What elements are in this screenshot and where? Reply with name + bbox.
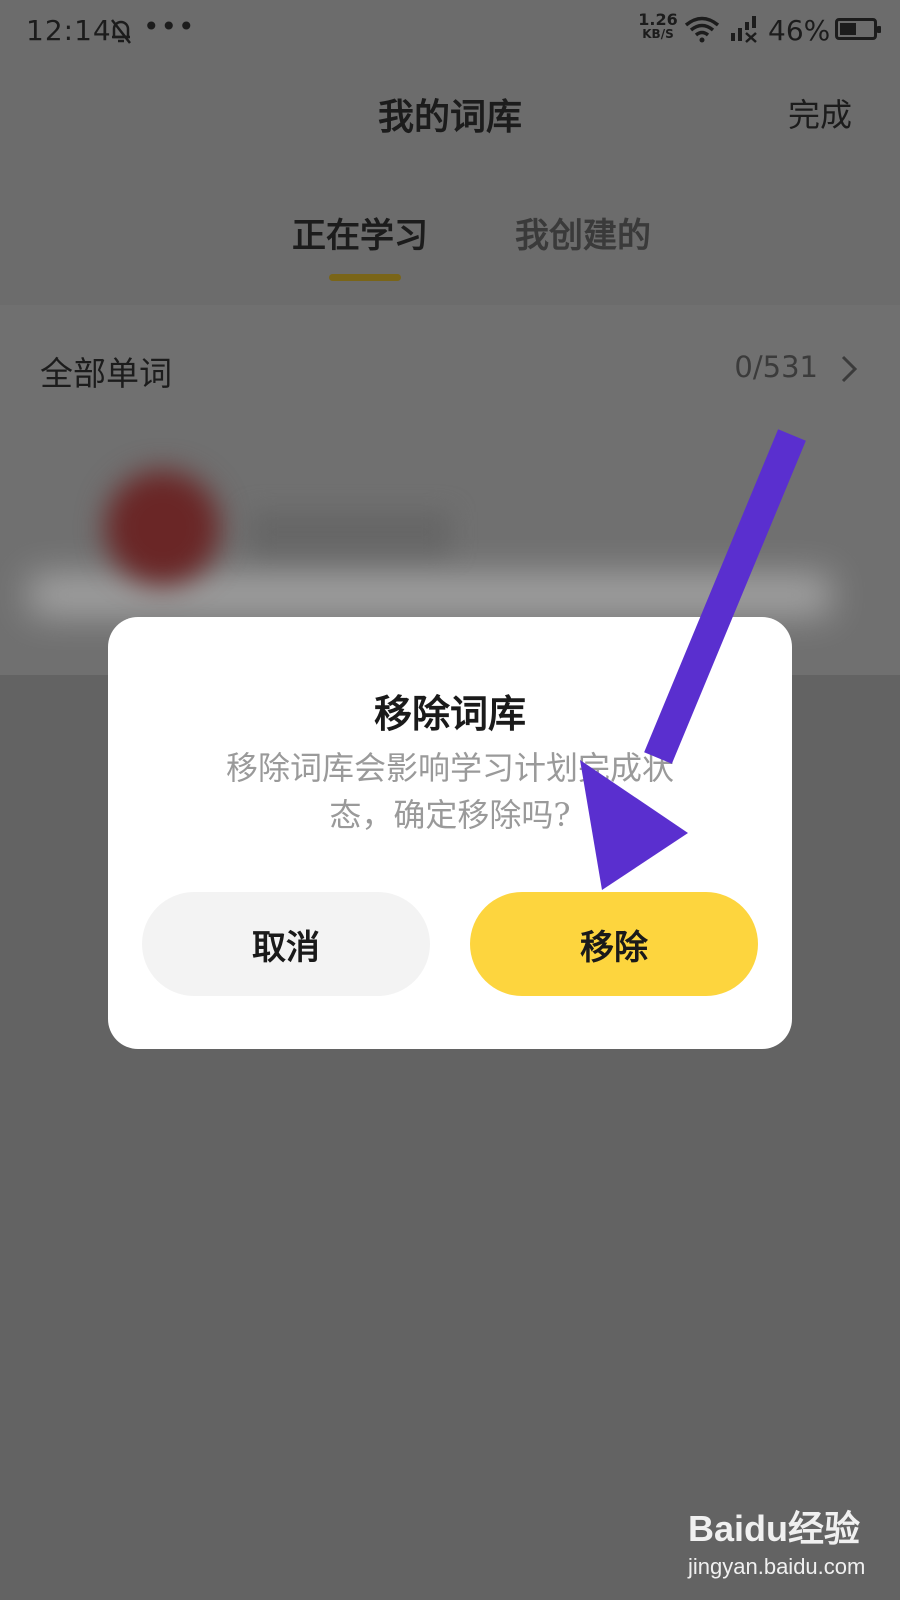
baidu-watermark: Baidu经验 jingyan.baidu.com [688,1500,865,1580]
watermark-logo: Baidu经验 [688,1508,861,1549]
annotation-arrow [580,429,806,890]
watermark-url: jingyan.baidu.com [688,1554,866,1579]
